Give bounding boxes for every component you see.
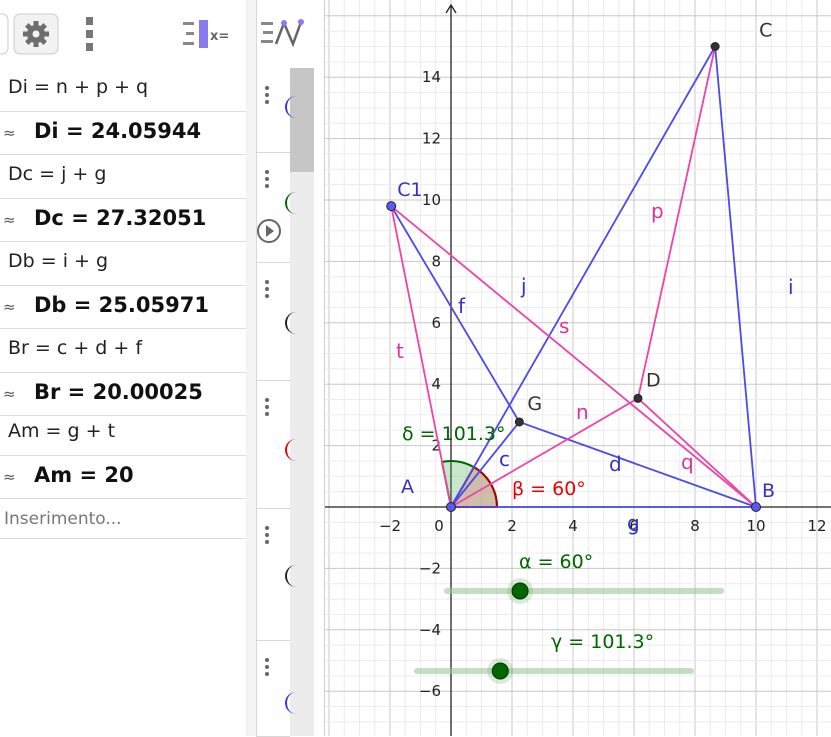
algebra-value-row[interactable]: ≈ Di = 24.05944 — [0, 111, 246, 155]
x-tick-label: 4 — [568, 517, 578, 535]
value-text: Br = 20.00025 — [34, 380, 203, 404]
segment-label-f: f — [458, 294, 466, 318]
segment-label-p: p — [651, 199, 664, 223]
gear-icon — [23, 21, 49, 47]
definition-text[interactable]: Dc = j + g — [8, 163, 106, 185]
value-text: Di = 24.05944 — [34, 119, 202, 143]
segment-label-d: d — [609, 452, 622, 476]
segment-label-i: i — [788, 275, 794, 299]
point-label-B: B — [762, 480, 775, 502]
y-tick-label: 10 — [422, 191, 441, 209]
definition-text[interactable]: Br = c + d + f — [8, 337, 142, 359]
value-text: Am = 20 — [34, 463, 134, 487]
angle-beta-label: β = 60° — [512, 478, 586, 500]
definition-text[interactable]: Di = n + p + q — [8, 76, 148, 98]
approx-symbol: ≈ — [3, 298, 16, 316]
algebra-definition-row[interactable]: Db = i + g — [0, 242, 246, 286]
x-tick-label: 8 — [690, 517, 700, 535]
x-tick-label: 12 — [807, 517, 826, 535]
algebra-value-row[interactable]: ≈ Dc = 27.32051 — [0, 198, 246, 242]
point-label-A: A — [401, 476, 414, 498]
algebra-definition-row[interactable]: Br = c + d + f — [0, 329, 246, 373]
definition-text[interactable]: Db = i + g — [8, 250, 108, 272]
play-icon[interactable] — [256, 218, 282, 244]
y-tick-label: −2 — [419, 559, 441, 577]
y-tick-label: −4 — [419, 621, 441, 639]
segment-label-g: g — [627, 511, 640, 535]
slider-gamma-knob[interactable] — [491, 662, 509, 680]
segment-label-s: s — [559, 314, 569, 338]
y-tick-label: 6 — [431, 314, 441, 332]
graphics-view[interactable]: −2 0 2 4 6 8 10 12 14 12 10 8 6 4 2 −2 −4 −6 A B C C1 D Gf j i c d g… — [324, 0, 831, 736]
algebra-panel: x= Di = n + p + q ≈ Di = 24.05944 Dc = j + … — [0, 0, 247, 736]
approx-symbol: ≈ — [3, 211, 16, 229]
point-A[interactable] — [446, 502, 456, 512]
point-D[interactable] — [633, 393, 643, 403]
settings-button[interactable] — [13, 13, 59, 55]
drag-handle-icon[interactable] — [265, 86, 271, 107]
vertical-dots-icon[interactable] — [86, 17, 93, 51]
slider-gamma-label: γ = 101.3° — [551, 631, 654, 653]
tool-row[interactable] — [256, 380, 290, 509]
approx-symbol: ≈ — [3, 385, 16, 403]
segment-label-c: c — [499, 447, 510, 471]
point-label-D: D — [646, 369, 661, 391]
y-tick-label: 14 — [422, 68, 441, 86]
algebra-value-row[interactable]: ≈ Am = 20 — [0, 455, 246, 499]
algebra-view-icon[interactable]: x= — [183, 20, 229, 48]
drag-handle-icon[interactable] — [265, 398, 271, 419]
point-label-G: G — [527, 393, 542, 415]
svg-text:x=: x= — [210, 29, 229, 44]
panel-splitter[interactable] — [246, 0, 256, 736]
x-tick-label: 10 — [746, 517, 765, 535]
point-label-C1: C1 — [397, 179, 422, 201]
algebra-value-row[interactable]: ≈ Db = 25.05971 — [0, 285, 246, 329]
value-text: Db = 25.05971 — [34, 293, 209, 317]
segment-label-t: t — [396, 339, 404, 363]
x-tick-label: 0 — [434, 517, 444, 535]
tool-row[interactable] — [256, 640, 290, 737]
drag-handle-icon[interactable] — [265, 658, 271, 679]
point-C1[interactable] — [386, 201, 397, 212]
segment-C1-G[interactable] — [390, 205, 521, 423]
y-tick-label: 8 — [431, 252, 441, 270]
drag-handle-icon[interactable] — [265, 170, 271, 191]
algebra-definition-row[interactable]: Dc = j + g — [0, 155, 246, 199]
point-B[interactable] — [751, 502, 761, 512]
scrollbar-thumb[interactable] — [290, 68, 314, 172]
point-label-C: C — [759, 20, 772, 42]
x-tick-label: −2 — [379, 517, 401, 535]
approx-symbol: ≈ — [3, 468, 16, 486]
angle-delta-label: δ = 101.3° — [402, 423, 506, 445]
y-tick-label: 4 — [431, 375, 441, 393]
point-G[interactable] — [514, 417, 524, 427]
algebra-input[interactable]: Inserimento... — [0, 502, 246, 539]
x-tick-label: 2 — [507, 517, 517, 535]
slider-alpha-label: α = 60° — [519, 551, 593, 573]
drag-handle-icon[interactable] — [265, 526, 271, 547]
segment-label-n: n — [576, 400, 589, 424]
y-tick-label: −6 — [419, 682, 441, 700]
value-text: Dc = 27.32051 — [34, 206, 207, 230]
segment-label-q: q — [681, 450, 694, 474]
algebra-toolbar: x= — [0, 0, 246, 68]
algebra-value-row[interactable]: ≈ Br = 20.00025 — [0, 372, 246, 416]
definition-text[interactable]: Am = g + t — [8, 420, 115, 442]
y-tick-label: 12 — [422, 130, 441, 148]
input-placeholder[interactable]: Inserimento... — [4, 509, 122, 529]
tool-row[interactable] — [256, 152, 290, 263]
algebra-definition-row[interactable]: Am = g + t — [0, 412, 246, 456]
algebra-definition-row[interactable]: Di = n + p + q — [0, 68, 246, 112]
segment-label-j: j — [520, 274, 527, 298]
point-C[interactable] — [710, 42, 720, 51]
drag-handle-icon[interactable] — [265, 280, 271, 301]
graph-view-icon[interactable] — [261, 19, 304, 48]
slider-alpha-knob[interactable] — [511, 582, 529, 600]
approx-symbol: ≈ — [3, 124, 16, 142]
